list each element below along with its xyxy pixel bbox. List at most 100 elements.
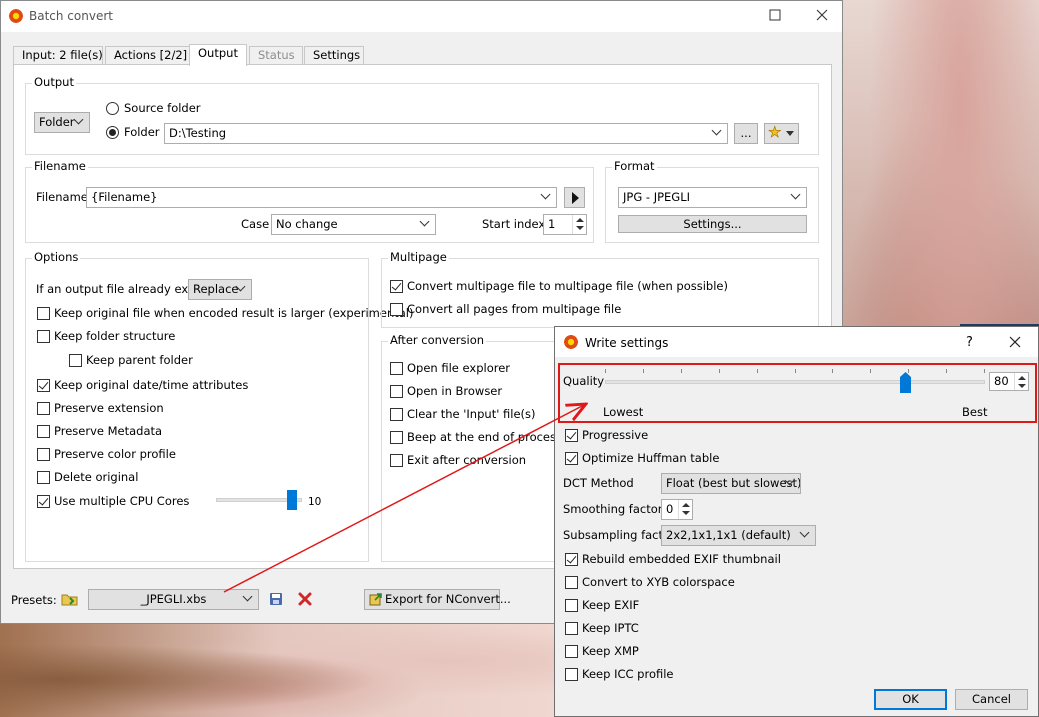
- save-preset-icon[interactable]: [268, 591, 284, 607]
- chevron-down-icon: [713, 127, 721, 135]
- progressive-label: Progressive: [582, 428, 649, 442]
- dct-method-value: Float (best but slowest): [666, 476, 801, 490]
- dialog-help-button[interactable]: ?: [966, 335, 973, 350]
- subsampling-factor-label: Subsampling factor: [563, 528, 675, 542]
- keep-icc-profile-checkbox[interactable]: [565, 668, 578, 681]
- start-index-spinner[interactable]: 1: [543, 214, 587, 235]
- format-settings-button[interactable]: Settings...: [618, 215, 807, 233]
- rebuild-exif-thumbnail-label: Rebuild embedded EXIF thumbnail: [582, 552, 781, 566]
- format-select[interactable]: JPG - JPEGLI: [618, 187, 807, 208]
- convert-xyb-label: Convert to XYB colorspace: [582, 575, 735, 589]
- keep-exif-label: Keep EXIF: [582, 598, 640, 612]
- convert-all-pages-checkbox[interactable]: [390, 303, 403, 316]
- convert-xyb-checkbox[interactable]: [565, 576, 578, 589]
- quality-spinner[interactable]: 80: [989, 372, 1029, 391]
- quality-value: 80: [994, 374, 1009, 388]
- quality-tick: [757, 369, 758, 373]
- ok-button[interactable]: OK: [874, 689, 947, 710]
- keep-exif-checkbox[interactable]: [565, 599, 578, 612]
- beep-checkbox[interactable]: [390, 431, 403, 444]
- spin-arrows-icon[interactable]: [1014, 373, 1028, 390]
- export-nconvert-button[interactable]: Export for NConvert...: [364, 589, 511, 610]
- cpu-cores-value: 10: [308, 496, 322, 508]
- quality-tick: [832, 369, 833, 373]
- keep-parent-folder-checkbox[interactable]: [69, 354, 82, 367]
- quality-tick: [719, 369, 720, 373]
- keep-date-time-checkbox[interactable]: [37, 379, 50, 392]
- close-button[interactable]: [814, 7, 830, 23]
- options-group: Options If an output file already exists…: [25, 250, 413, 562]
- dct-method-label: DCT Method: [563, 476, 634, 490]
- preserve-extension-label: Preserve extension: [54, 401, 164, 415]
- browse-folder-button[interactable]: ...: [734, 123, 758, 144]
- subsampling-factor-select[interactable]: 2x2,1x1,1x1 (default): [661, 525, 816, 546]
- keep-iptc-checkbox[interactable]: [565, 622, 578, 635]
- preserve-extension-checkbox[interactable]: [37, 402, 50, 415]
- spin-arrows-icon[interactable]: [678, 500, 692, 519]
- quality-tick: [870, 369, 871, 373]
- delete-original-checkbox[interactable]: [37, 471, 50, 484]
- maximize-button[interactable]: [767, 7, 783, 23]
- keep-xmp-checkbox[interactable]: [565, 645, 578, 658]
- cpu-slider-thumb[interactable]: [287, 490, 297, 510]
- keep-larger-checkbox[interactable]: [37, 307, 50, 320]
- preserve-color-profile-checkbox[interactable]: [37, 448, 50, 461]
- open-preset-icon[interactable]: [61, 591, 79, 607]
- cpu-cores-slider[interactable]: [216, 489, 302, 511]
- open-browser-checkbox[interactable]: [390, 385, 403, 398]
- tab-settings[interactable]: Settings: [304, 46, 364, 65]
- app-icon: [8, 8, 24, 24]
- cancel-button[interactable]: Cancel: [955, 689, 1028, 710]
- optimize-huffman-checkbox[interactable]: [565, 452, 578, 465]
- quality-slider[interactable]: [605, 367, 985, 397]
- export-nconvert-label: Export for NConvert...: [385, 592, 511, 606]
- preset-value: _JPEGLI.xbs: [140, 592, 207, 606]
- multipage-group: Multipage Convert multipage file to mult…: [381, 250, 819, 328]
- multiple-cpu-checkbox[interactable]: [37, 495, 50, 508]
- dct-method-select[interactable]: Float (best but slowest): [661, 473, 801, 494]
- if-exists-label: If an output file already exists: [36, 282, 208, 296]
- delete-preset-icon[interactable]: [297, 591, 313, 607]
- tab-status[interactable]: Status: [249, 46, 303, 65]
- progressive-checkbox[interactable]: [565, 429, 578, 442]
- smoothing-factor-spinner[interactable]: 0: [661, 499, 693, 520]
- preserve-metadata-checkbox[interactable]: [37, 425, 50, 438]
- quality-slider-thumb[interactable]: [900, 372, 911, 393]
- start-index-label: Start index: [482, 217, 546, 231]
- preset-select[interactable]: _JPEGLI.xbs: [88, 589, 259, 610]
- convert-multipage-checkbox[interactable]: [390, 280, 403, 293]
- rebuild-exif-thumbnail-checkbox[interactable]: [565, 553, 578, 566]
- quality-slider-track: [605, 380, 985, 384]
- tab-input[interactable]: Input: 2 file(s): [13, 46, 103, 65]
- chevron-down-icon: [237, 283, 245, 291]
- source-folder-radio[interactable]: [106, 102, 119, 115]
- app-icon: [563, 334, 579, 350]
- case-select[interactable]: No change: [271, 214, 436, 235]
- spin-arrows-icon[interactable]: [572, 215, 586, 234]
- clear-input-checkbox[interactable]: [390, 408, 403, 421]
- subsampling-factor-value: 2x2,1x1,1x1 (default): [666, 528, 791, 542]
- filename-insert-button[interactable]: [564, 187, 585, 208]
- case-value: No change: [276, 217, 338, 231]
- start-index-value: 1: [548, 217, 556, 231]
- favorites-button[interactable]: ★: [764, 123, 799, 144]
- quality-best-label: Best: [962, 405, 988, 419]
- exit-after-checkbox[interactable]: [390, 454, 403, 467]
- destination-type-select[interactable]: Folder: [34, 112, 90, 133]
- tab-output[interactable]: Output: [189, 44, 247, 66]
- tab-actions[interactable]: Actions [2/2]: [105, 46, 191, 65]
- filename-pattern-input[interactable]: {Filename}: [86, 187, 557, 208]
- output-group-title: Output: [32, 75, 76, 89]
- if-exists-select[interactable]: Replace: [188, 279, 252, 300]
- exit-after-label: Exit after conversion: [407, 453, 527, 467]
- multiple-cpu-label: Use multiple CPU Cores: [54, 494, 190, 508]
- dialog-close-button[interactable]: [1009, 336, 1021, 348]
- presets-label: Presets:: [11, 593, 57, 607]
- folder-radio[interactable]: [106, 126, 119, 139]
- keep-folder-structure-checkbox[interactable]: [37, 330, 50, 343]
- preserve-color-profile-label: Preserve color profile: [54, 447, 176, 461]
- folder-path-value: D:\Testing: [169, 126, 227, 140]
- open-explorer-checkbox[interactable]: [390, 362, 403, 375]
- chevron-down-icon: [421, 218, 429, 226]
- folder-path-input[interactable]: D:\Testing: [164, 123, 728, 144]
